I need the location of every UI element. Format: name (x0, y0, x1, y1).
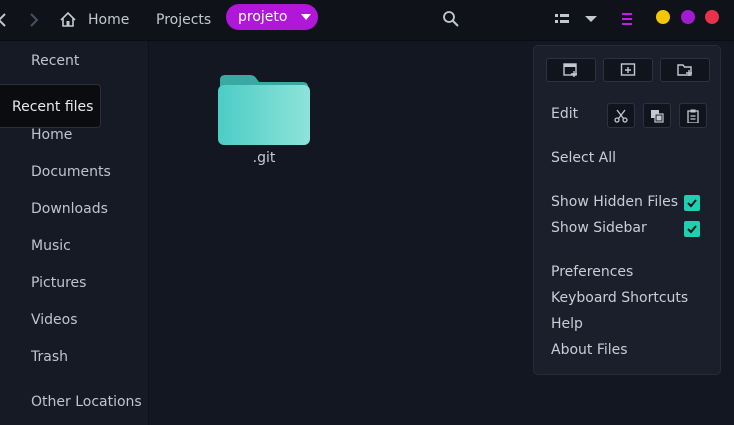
view-options-dropdown-icon[interactable] (580, 8, 602, 30)
back-arrow-icon[interactable] (0, 9, 14, 31)
dropdown-triangle-icon[interactable] (300, 12, 312, 22)
sidebar-item-videos[interactable]: Videos (31, 312, 78, 328)
minimize-button[interactable] (656, 10, 670, 24)
breadcrumb-current[interactable]: projeto (226, 4, 318, 30)
tooltip-text: Recent files (12, 99, 94, 115)
checkmark-icon (687, 225, 697, 234)
folder-icon[interactable] (218, 74, 310, 146)
close-button[interactable] (705, 10, 719, 24)
new-folder-icon (677, 64, 692, 76)
menu-item-select-all[interactable]: Select All (551, 150, 616, 166)
sidebar-item-trash[interactable]: Trash (31, 349, 68, 365)
sidebar-item-home[interactable]: Home (31, 127, 72, 143)
scissors-icon (614, 109, 628, 123)
edit-label: Edit (551, 106, 579, 122)
sidebar-item-downloads[interactable]: Downloads (31, 201, 108, 217)
menu-item-show-hidden-files[interactable]: Show Hidden Files (551, 194, 678, 210)
tooltip: Recent files (0, 84, 101, 128)
breadcrumb-home[interactable]: Home (88, 8, 129, 32)
search-icon[interactable] (440, 8, 462, 30)
maximize-button[interactable] (681, 10, 695, 24)
view-list-icon[interactable] (551, 8, 573, 30)
show-hidden-files-checkbox[interactable] (684, 195, 700, 211)
new-tab-button[interactable] (603, 58, 653, 82)
menu-item-preferences[interactable]: Preferences (551, 264, 633, 280)
forward-arrow-icon[interactable] (23, 9, 45, 31)
copy-button[interactable] (643, 103, 671, 128)
menu-item-keyboard-shortcuts[interactable]: Keyboard Shortcuts (551, 290, 688, 306)
menu-item-help[interactable]: Help (551, 316, 583, 332)
sidebar-item-recent[interactable]: Recent (31, 53, 79, 69)
new-window-icon (563, 63, 577, 77)
cut-button[interactable] (607, 103, 635, 128)
main-menu-popover: Edit Select All Show Hidden Files Show S… (533, 45, 721, 375)
new-folder-button[interactable] (660, 58, 710, 82)
sidebar-item-documents[interactable]: Documents (31, 164, 111, 180)
new-window-button[interactable] (546, 58, 596, 82)
header-bar: Home Projects projeto (0, 0, 734, 41)
sidebar-item-other-locations[interactable]: Other Locations (31, 394, 142, 410)
new-tab-icon (620, 63, 636, 76)
breadcrumb-projects[interactable]: Projects (156, 8, 211, 32)
menu-item-show-sidebar[interactable]: Show Sidebar (551, 220, 647, 236)
sidebar-item-pictures[interactable]: Pictures (31, 275, 86, 291)
clipboard-icon (687, 109, 699, 123)
breadcrumb-current-label: projeto (238, 9, 288, 25)
file-name[interactable]: .git (218, 150, 310, 166)
checkmark-icon (687, 199, 697, 208)
home-icon[interactable] (57, 9, 79, 31)
hamburger-menu-icon[interactable] (616, 8, 638, 30)
menu-item-about-files[interactable]: About Files (551, 342, 628, 358)
copy-icon (651, 110, 664, 123)
sidebar-item-music[interactable]: Music (31, 238, 71, 254)
show-sidebar-checkbox[interactable] (684, 221, 700, 237)
paste-button[interactable] (679, 103, 707, 128)
